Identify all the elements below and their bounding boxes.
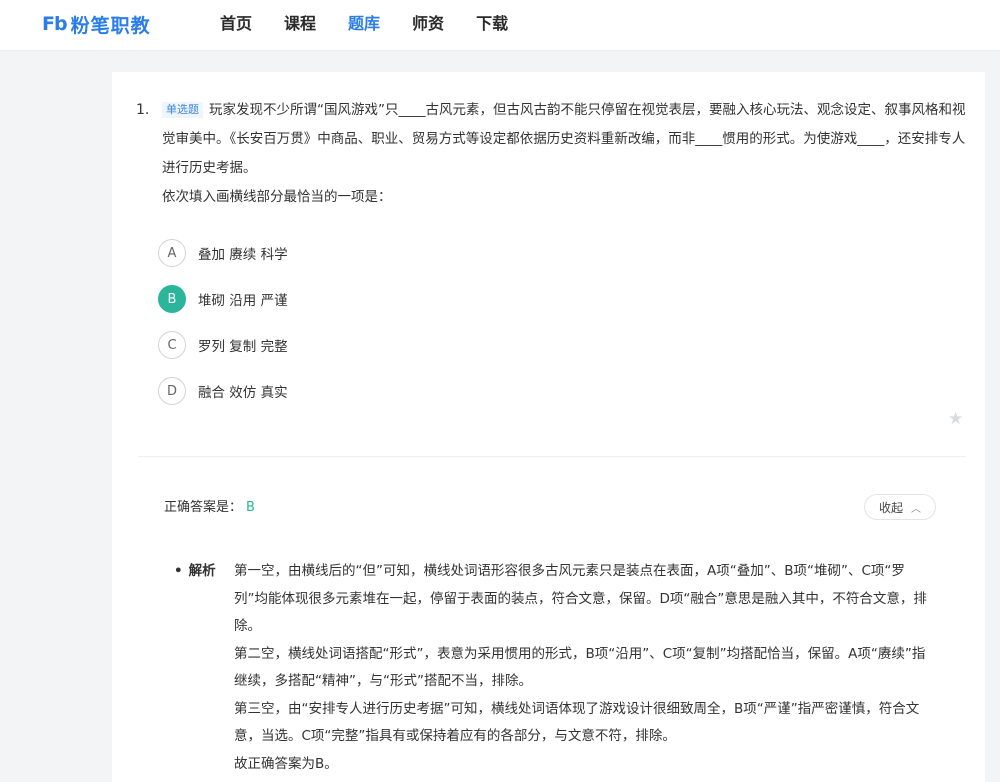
nav-item-home[interactable]: 首页 <box>220 0 252 48</box>
correct-answer-row: 正确答案是： B <box>164 496 255 515</box>
top-navigation-bar: Fb 粉笔职教 首页 课程 题库 师资 下载 <box>0 0 1000 51</box>
option-a-text: 叠加 赓续 科学 <box>198 247 288 263</box>
option-b[interactable]: B 堆砌 沿用 严谨 <box>158 276 288 322</box>
option-d-letter: D <box>158 377 186 405</box>
analysis-paragraph: 第一空，由横线后的“但”可知，横线处词语形容很多古风元素只是装点在表面，A项“叠… <box>234 563 927 634</box>
question-card: 1. 单选题 玩家发现不少所谓“国风游戏”只____古风元素，但古风古韵不能只停留… <box>112 72 985 782</box>
analysis-label: 解析 <box>188 563 216 579</box>
correct-answer-label: 正确答案是： <box>164 500 243 515</box>
question-prompt: 依次填入画横线部分最恰当的一项是： <box>162 189 392 205</box>
question-stem: 1. 单选题 玩家发现不少所谓“国风游戏”只____古风元素，但古风古韵不能只停留… <box>136 96 966 212</box>
brand-logo[interactable]: Fb 粉笔职教 <box>42 11 151 37</box>
collapse-button-label: 收起 <box>879 500 904 515</box>
option-b-letter: B <box>158 285 186 313</box>
option-a-letter: A <box>158 239 186 267</box>
bullet-dot-icon: • <box>174 563 183 579</box>
question-text: 玩家发现不少所谓“国风游戏”只____古风元素，但古风古韵不能只停留在视觉表层，… <box>162 102 966 176</box>
option-c-text: 罗列 复制 完整 <box>198 339 288 355</box>
analysis-section: • 解析 第一空，由横线后的“但”可知，横线处词语形容很多古风元素只是装点在表面，… <box>174 558 934 778</box>
chevron-up-icon: ︿ <box>911 503 922 515</box>
question-number: 1. <box>136 102 150 118</box>
divider <box>138 456 966 457</box>
option-b-text: 堆砌 沿用 严谨 <box>198 293 288 309</box>
option-list: A 叠加 赓续 科学 B 堆砌 沿用 严谨 C 罗列 复制 完整 D 融合 效仿… <box>158 230 288 414</box>
option-c[interactable]: C 罗列 复制 完整 <box>158 322 288 368</box>
question-type-badge: 单选题 <box>162 102 203 118</box>
logo-mark: Fb <box>42 13 68 35</box>
nav-item-download[interactable]: 下载 <box>476 0 508 48</box>
correct-answer-value: B <box>246 500 255 515</box>
nav-item-question-bank[interactable]: 题库 <box>348 0 380 48</box>
brand-name: 粉笔职教 <box>70 14 151 37</box>
main-nav: 首页 课程 题库 师资 下载 <box>220 0 540 50</box>
analysis-paragraph: 第二空，横线处词语搭配“形式”，表意为采用惯用的形式，B项“沿用”、C项“复制”… <box>234 645 926 690</box>
analysis-paragraph: 第三空，由“安排专人进行历史考据”可知，横线处词语体现了游戏设计很细致周全，B项… <box>234 700 920 745</box>
nav-item-teachers[interactable]: 师资 <box>412 0 444 48</box>
favorite-star-icon[interactable]: ★ <box>948 410 966 428</box>
option-c-letter: C <box>158 331 186 359</box>
collapse-button[interactable]: 收起 ︿ <box>864 494 937 520</box>
analysis-body: 第一空，由横线后的“但”可知，横线处词语形容很多古风元素只是装点在表面，A项“叠… <box>234 558 934 778</box>
nav-item-courses[interactable]: 课程 <box>284 0 316 48</box>
option-d-text: 融合 效仿 真实 <box>198 385 288 401</box>
analysis-heading: • 解析 <box>174 558 216 585</box>
option-a[interactable]: A 叠加 赓续 科学 <box>158 230 288 276</box>
option-d[interactable]: D 融合 效仿 真实 <box>158 368 288 414</box>
